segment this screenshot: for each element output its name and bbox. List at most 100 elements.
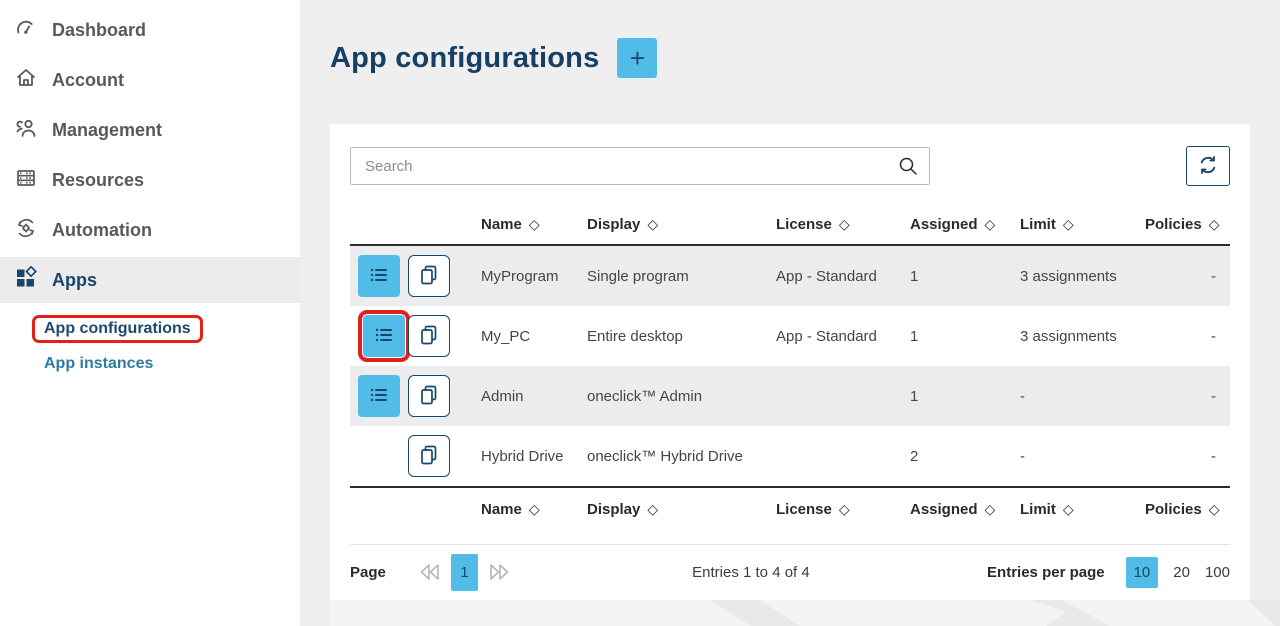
duplicate-button[interactable] xyxy=(408,315,450,357)
sidebar-item-app-instances[interactable]: App instances xyxy=(44,355,300,373)
entries-summary: Entries 1 to 4 of 4 xyxy=(515,564,987,581)
automation-icon xyxy=(14,216,38,245)
cell-policies: - xyxy=(1145,388,1230,405)
duplicate-button[interactable] xyxy=(408,255,450,297)
column-header-policies[interactable]: Policies◇ xyxy=(1145,216,1233,233)
cell-display: Single program xyxy=(587,268,766,285)
cell-limit: - xyxy=(1012,448,1145,465)
copy-icon xyxy=(417,443,441,470)
column-header-display[interactable]: Display◇ xyxy=(587,216,766,233)
search-icon xyxy=(896,154,920,183)
column-header-assigned[interactable]: Assigned◇ xyxy=(900,501,1012,518)
apps-icon xyxy=(14,266,38,295)
cell-assigned: 2 xyxy=(900,448,1012,465)
search-input[interactable] xyxy=(350,147,930,185)
refresh-button[interactable] xyxy=(1186,146,1230,186)
copy-icon xyxy=(417,323,441,350)
current-page[interactable]: 1 xyxy=(451,554,478,591)
sidebar-nav: Dashboard Account Management xyxy=(0,0,300,373)
sort-icon: ◇ xyxy=(1209,501,1220,518)
cell-assigned: 1 xyxy=(900,268,1012,285)
pagination-bar: Page 1 Entries 1 to 4 of 4 Entries per p… xyxy=(350,544,1230,599)
highlight-ring xyxy=(358,310,410,362)
table-row: Admin oneclick™ Admin 1 - - xyxy=(350,366,1230,426)
open-instances-button[interactable] xyxy=(358,375,400,417)
app-configurations-card: Name◇ Display◇ License◇ Assigned◇ Limit◇… xyxy=(330,124,1250,600)
per-page-option-20[interactable]: 20 xyxy=(1173,564,1190,581)
copy-icon xyxy=(417,263,441,290)
page-title: App configurations xyxy=(330,42,599,75)
per-page-option-10[interactable]: 10 xyxy=(1126,557,1159,588)
refresh-icon xyxy=(1195,152,1221,181)
gauge-icon xyxy=(14,16,38,45)
sidebar-item-app-configurations[interactable]: App configurations xyxy=(44,320,191,337)
sort-icon: ◇ xyxy=(1209,216,1220,233)
cell-license: App - Standard xyxy=(766,328,900,345)
column-header-name[interactable]: Name◇ xyxy=(470,501,587,518)
table-row: MyProgram Single program App - Standard … xyxy=(350,246,1230,306)
table-row: My_PC Entire desktop App - Standard 1 3 … xyxy=(350,306,1230,366)
duplicate-button[interactable] xyxy=(408,375,450,417)
sidebar: Dashboard Account Management xyxy=(0,0,300,626)
cell-policies: - xyxy=(1145,268,1230,285)
sort-icon: ◇ xyxy=(1063,501,1074,518)
sort-icon: ◇ xyxy=(985,501,996,518)
open-instances-button[interactable] xyxy=(363,315,405,357)
table-body: MyProgram Single program App - Standard … xyxy=(350,246,1230,486)
column-header-name[interactable]: Name◇ xyxy=(470,216,587,233)
sidebar-item-label: Apps xyxy=(52,270,97,291)
duplicate-button[interactable] xyxy=(408,435,450,477)
column-header-policies[interactable]: Policies◇ xyxy=(1145,501,1233,518)
highlight-ring: App configurations xyxy=(32,315,203,343)
sort-icon: ◇ xyxy=(839,501,850,518)
background-pattern xyxy=(330,600,1280,626)
page-label: Page xyxy=(350,564,386,581)
column-header-license[interactable]: License◇ xyxy=(766,216,900,233)
per-page-option-100[interactable]: 100 xyxy=(1205,564,1230,581)
sort-icon: ◇ xyxy=(1063,216,1074,233)
sort-icon: ◇ xyxy=(647,501,658,518)
sidebar-item-management[interactable]: Management xyxy=(0,105,300,155)
sidebar-item-label: Management xyxy=(52,120,162,141)
sort-icon: ◇ xyxy=(529,501,540,518)
sort-icon: ◇ xyxy=(647,216,658,233)
table-header-bottom: Name◇ Display◇ License◇ Assigned◇ Limit◇… xyxy=(350,486,1230,531)
column-header-limit[interactable]: Limit◇ xyxy=(1012,501,1145,518)
home-icon xyxy=(14,66,38,95)
sidebar-item-apps[interactable]: Apps xyxy=(0,257,300,303)
column-header-display[interactable]: Display◇ xyxy=(587,501,766,518)
sidebar-item-automation[interactable]: Automation xyxy=(0,205,300,255)
sort-icon: ◇ xyxy=(985,216,996,233)
column-header-assigned[interactable]: Assigned◇ xyxy=(900,216,1012,233)
cell-assigned: 1 xyxy=(900,388,1012,405)
sidebar-item-resources[interactable]: Resources xyxy=(0,155,300,205)
cell-display: oneclick™ Admin xyxy=(587,388,766,405)
column-header-license[interactable]: License◇ xyxy=(766,501,900,518)
previous-page-button[interactable] xyxy=(418,563,442,581)
cell-name: Admin xyxy=(470,388,587,405)
server-icon xyxy=(14,166,38,195)
column-header-limit[interactable]: Limit◇ xyxy=(1012,216,1145,233)
cell-limit: 3 assignments xyxy=(1012,268,1145,285)
table-row: Hybrid Drive oneclick™ Hybrid Drive 2 - … xyxy=(350,426,1230,486)
cell-limit: 3 assignments xyxy=(1012,328,1145,345)
cell-limit: - xyxy=(1012,388,1145,405)
list-icon xyxy=(367,263,391,290)
cell-name: My_PC xyxy=(470,328,587,345)
next-page-button[interactable] xyxy=(487,563,511,581)
list-icon xyxy=(367,383,391,410)
add-configuration-button[interactable]: + xyxy=(617,38,657,78)
sidebar-item-account[interactable]: Account xyxy=(0,55,300,105)
sidebar-item-label: Automation xyxy=(52,220,152,241)
cell-name: MyProgram xyxy=(470,268,587,285)
sidebar-item-label: Resources xyxy=(52,170,144,191)
open-instances-button[interactable] xyxy=(358,255,400,297)
sort-icon: ◇ xyxy=(529,216,540,233)
cell-name: Hybrid Drive xyxy=(470,448,587,465)
entries-per-page-label: Entries per page xyxy=(987,564,1105,581)
sidebar-item-label: Dashboard xyxy=(52,20,146,41)
sidebar-item-dashboard[interactable]: Dashboard xyxy=(0,5,300,55)
cell-assigned: 1 xyxy=(900,328,1012,345)
cell-display: Entire desktop xyxy=(587,328,766,345)
main-content: App configurations + xyxy=(300,0,1280,626)
